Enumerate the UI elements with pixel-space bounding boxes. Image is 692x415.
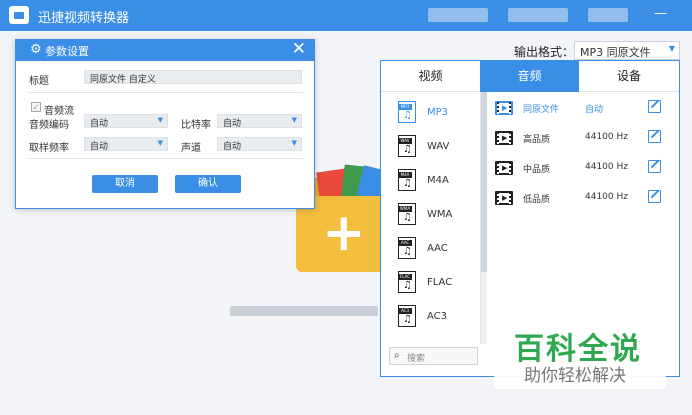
audio-stream-checkbox[interactable]: ✓ [31,102,41,112]
sample-rate-select[interactable]: 自动 ▼ [84,137,168,152]
channel-select[interactable]: 自动 ▼ [217,137,302,152]
format-label: M4A [427,175,449,186]
audio-file-icon: MP3 ♫ [398,101,416,123]
format-list: MP3 ♫ MP3 WAV ♫ WAV M4A ♫ M4A WMA ♫ WMA AAC ♫… [381,92,481,344]
dropdown-arrow-icon: ▼ [157,116,163,124]
watermark: 百科全说 助你轻松解决 [494,321,666,389]
dialog-header: ⚙ 参数设置 ✕ [16,39,314,61]
quality-rate: 44100 Hz [585,132,628,142]
blurred-account-info [428,8,488,22]
divider [29,158,303,159]
format-label: WMA [427,209,453,220]
sample-rate-value: 自动 [90,142,109,152]
scroll-thumb[interactable] [481,92,487,272]
plus-icon: + [322,203,366,263]
dropdown-arrow-icon: ▼ [291,116,297,124]
output-format-select[interactable]: MP3 同原文件 ▼ [574,41,680,60]
divider [29,92,303,93]
blurred-account-info [508,8,568,22]
audio-stream-label: 音频流 [44,106,74,117]
channel-value: 自动 [223,142,242,152]
audio-file-icon: WAV ♫ [398,135,416,157]
bitrate-select[interactable]: 自动 ▼ [217,114,302,129]
format-label: MP3 [427,107,449,118]
audio-file-icon: FLAC ♫ [398,271,416,293]
quality-rate: 自动 [585,105,604,115]
audio-codec-select[interactable]: 自动 ▼ [84,114,168,129]
minimize-button[interactable]: — [654,6,667,21]
edit-icon[interactable] [648,100,661,113]
confirm-button[interactable]: 确认 [175,175,241,193]
format-item-flac[interactable]: FLAC ♫ FLAC [381,265,480,299]
quality-row[interactable]: ▶ 高品质 44100 Hz [493,129,663,149]
title-field[interactable]: 同原文件 自定义 [84,70,302,85]
app-logo-icon [9,6,29,24]
quality-rate: 44100 Hz [585,162,628,172]
audio-file-icon: M4A ♫ [398,169,416,191]
blurred-hint-text [230,306,378,316]
title-bar: 迅捷视频转换器 — [0,0,692,31]
format-item-wma[interactable]: WMA ♫ WMA [381,197,480,231]
output-format-label: 输出格式： [514,45,575,59]
settings-dialog: ⚙ 参数设置 ✕ 标题 同原文件 自定义 ✓ 音频流 音频编码 自动 ▼ 比特率… [15,39,315,209]
film-icon: ▶ [495,101,513,115]
quality-name: 高品质 [523,135,551,145]
film-icon: ▶ [495,191,513,205]
quality-name: 低品质 [523,195,551,205]
edit-icon[interactable] [648,190,661,203]
search-placeholder: 搜索 [407,354,426,364]
quality-name: 中品质 [523,165,551,175]
app-title: 迅捷视频转换器 [38,11,130,26]
sample-rate-label: 取样频率 [29,143,69,154]
audio-file-icon: AAC ♫ [398,237,416,259]
format-item-ac3[interactable]: AC3 ♫ AC3 [381,299,480,333]
format-item-wav[interactable]: WAV ♫ WAV [381,129,480,163]
search-icon: ⌕ [394,350,400,361]
quality-name: 同原文件 [523,105,560,115]
blurred-account-info [588,8,628,22]
tab-video[interactable]: 视频 [381,61,480,92]
tab-audio[interactable]: 音频 [480,61,579,92]
title-field-label: 标题 [29,76,49,87]
cancel-button[interactable]: 取消 [92,175,158,193]
format-label: AC3 [427,311,448,322]
format-label: AAC [427,243,448,254]
edit-icon[interactable] [648,130,661,143]
quality-rate: 44100 Hz [585,192,628,202]
audio-codec-label: 音频编码 [29,120,69,131]
quality-row[interactable]: ▶ 低品质 44100 Hz [493,189,663,209]
format-item-m4a[interactable]: M4A ♫ M4A [381,163,480,197]
dropdown-arrow-icon: ▼ [668,44,675,53]
bitrate-label: 比特率 [181,120,211,131]
audio-codec-value: 自动 [90,119,109,129]
format-tabs: 视频 音频 设备 [381,61,679,92]
gear-icon: ⚙ [30,42,42,57]
audio-file-icon: AC3 ♫ [398,305,416,327]
close-icon[interactable]: ✕ [292,39,306,59]
film-icon: ▶ [495,131,513,145]
format-search-input[interactable]: ⌕ 搜索 [389,347,478,365]
dropdown-arrow-icon: ▼ [157,139,163,147]
audio-file-icon: WMA ♫ [398,203,416,225]
title-field-value: 同原文件 自定义 [90,75,156,85]
dialog-title: 参数设置 [45,45,89,58]
format-item-aac[interactable]: AAC ♫ AAC [381,231,480,265]
tab-device[interactable]: 设备 [579,61,679,92]
channel-label: 声道 [181,143,201,154]
quality-row[interactable]: ▶ 同原文件 自动 [493,99,663,119]
format-label: WAV [427,141,450,152]
dropdown-arrow-icon: ▼ [291,139,297,147]
format-label: FLAC [427,277,453,288]
format-item-mp3[interactable]: MP3 ♫ MP3 [381,95,480,129]
watermark-subtitle: 助你轻松解决 [524,366,626,386]
quality-row[interactable]: ▶ 中品质 44100 Hz [493,159,663,179]
film-icon: ▶ [495,161,513,175]
output-format-value: MP3 同原文件 [580,46,651,59]
edit-icon[interactable] [648,160,661,173]
bitrate-value: 自动 [223,119,242,129]
